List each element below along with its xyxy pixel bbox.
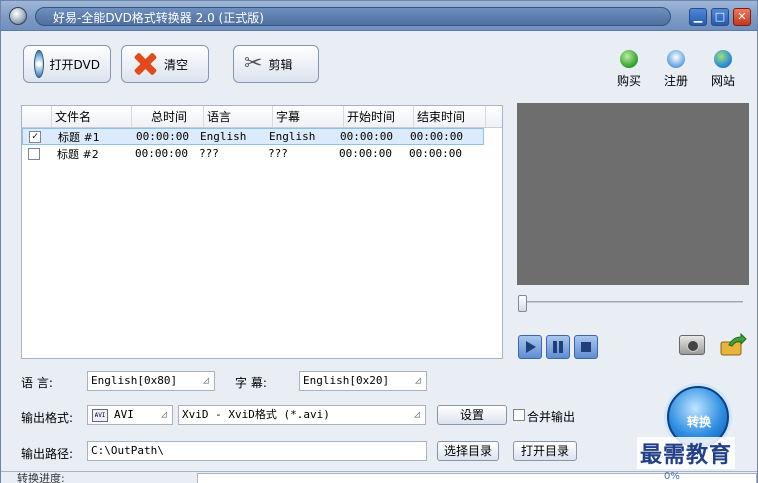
app-icon[interactable] [9,7,27,25]
subtitle-label: 字 幕: [235,376,267,390]
status-bar: 转换进度: 0% [1,471,757,483]
stop-icon [581,342,591,352]
codec-value: XviD - XviD格式 (*.avi) [182,408,330,421]
edit-button[interactable]: ✂ 剪辑 [233,45,319,83]
table-row[interactable]: 标题 #2 00:00:00 ??? ??? 00:00:00 00:00:00 [22,145,484,162]
seek-slider-handle[interactable] [518,295,527,312]
row-title: 标题 #2 [57,147,99,161]
output-path-input[interactable]: C:\OutPath\ [87,441,427,461]
snapshot-camera-icon[interactable] [679,335,705,355]
dropdown-arrow-icon: ◿ [413,409,420,420]
row-subtitle: English [269,130,316,143]
row-language: English [200,130,247,143]
buy-label: 购买 [616,74,641,88]
header-filename[interactable]: 文件名 [52,106,132,127]
register-icon [667,50,685,68]
seek-slider-track[interactable] [523,301,743,303]
dropdown-arrow-icon: ◿ [160,409,167,420]
header-language[interactable]: 语言 [204,106,273,127]
subtitle-select[interactable]: English[0x20] ◿ [299,371,427,391]
title-bar[interactable]: 好易-全能DVD格式转换器 2.0 (正式版) ▁ □ ✕ [1,1,757,31]
header-check[interactable] [22,106,52,127]
merge-output-label: 合并输出 [527,410,576,424]
header-total-time[interactable]: 总时间 [132,106,204,127]
output-path-label: 输出路径: [21,447,74,461]
pause-button[interactable] [546,335,570,359]
conversion-progress-bar: 0% [197,471,757,483]
toolbar: 打开DVD 清空 ✂ 剪辑 购买 注册 网站 [1,32,757,98]
watermark-text: 最需教育 [637,437,736,469]
close-icon: ✕ [737,10,747,23]
language-value: English[0x80] [91,374,178,387]
edit-label: 剪辑 [268,57,293,72]
website-label: 网站 [710,74,735,88]
row-total-time: 00:00:00 [136,130,189,143]
row-start-time: 00:00:00 [339,147,392,160]
header-start-time[interactable]: 开始时间 [344,106,414,127]
merge-output-checkbox[interactable] [513,409,525,421]
row-language: ??? [199,147,219,160]
dropdown-arrow-icon: ◿ [202,375,209,386]
choose-directory-button[interactable]: 选择目录 [437,441,499,461]
video-preview [517,103,749,285]
row-checkbox[interactable] [28,147,40,160]
row-end-time: 00:00:00 [409,147,462,160]
dollar-icon [620,50,638,68]
row-end-time: 00:00:00 [410,130,463,143]
register-button[interactable]: 注册 [659,50,693,89]
progress-percent: 0% [664,471,680,482]
open-dvd-label: 打开DVD [49,57,100,72]
table-row[interactable]: ✓ 标题 #1 00:00:00 English English 00:00:0… [22,128,484,145]
subtitle-value: English[0x20] [303,374,390,387]
minimize-button[interactable]: ▁ [689,8,707,26]
header-subtitle[interactable]: 字幕 [273,106,344,127]
list-header: 文件名 总时间 语言 字幕 开始时间 结束时间 [22,106,502,128]
clear-button[interactable]: 清空 [121,45,209,83]
dvd-disc-icon [34,50,44,78]
avi-file-icon: AVI [92,409,108,422]
pause-icon [553,341,563,353]
language-select[interactable]: English[0x80] ◿ [87,371,215,391]
row-total-time: 00:00:00 [135,147,188,160]
progress-label: 转换进度: [17,472,65,483]
open-dvd-button[interactable]: 打开DVD [23,45,111,83]
row-start-time: 00:00:00 [340,130,393,143]
play-icon [526,341,536,353]
globe-icon [714,50,732,68]
title-list[interactable]: 文件名 总时间 语言 字幕 开始时间 结束时间 ✓ 标题 #1 00:00:00… [21,105,503,359]
codec-select[interactable]: XviD - XviD格式 (*.avi) ◿ [178,405,426,425]
close-button[interactable]: ✕ [733,8,751,26]
window-title: 好易-全能DVD格式转换器 2.0 (正式版) [53,11,264,25]
convert-label: 转换 [687,415,712,429]
output-format-value: AVI [114,408,134,421]
open-directory-button[interactable]: 打开目录 [513,441,577,461]
register-label: 注册 [663,74,688,88]
row-title: 标题 #1 [58,130,100,144]
output-format-select[interactable]: AVI AVI ◿ [87,405,173,425]
output-format-label: 输出格式: [21,411,74,425]
folder-arrow-icon [720,332,747,356]
buy-button[interactable]: 购买 [612,50,646,89]
clear-x-icon [132,51,158,77]
row-subtitle: ??? [268,147,288,160]
main-window: 好易-全能DVD格式转换器 2.0 (正式版) ▁ □ ✕ 打开DVD 清空 ✂… [0,0,758,483]
scissors-icon: ✂ [244,51,263,76]
maximize-button[interactable]: □ [711,8,729,26]
language-label: 语 言: [21,376,53,390]
maximize-icon: □ [714,10,726,23]
open-folder-arrow-icon[interactable] [719,332,747,357]
play-button[interactable] [518,335,542,359]
website-button[interactable]: 网站 [706,50,740,89]
output-path-value: C:\OutPath\ [91,444,164,457]
clear-label: 清空 [164,57,189,72]
minimize-icon: ▁ [693,10,703,23]
settings-button[interactable]: 设置 [437,405,507,425]
dropdown-arrow-icon: ◿ [414,375,421,386]
stop-button[interactable] [574,335,598,359]
header-end-time[interactable]: 结束时间 [414,106,486,127]
row-checkbox[interactable]: ✓ [29,130,41,143]
